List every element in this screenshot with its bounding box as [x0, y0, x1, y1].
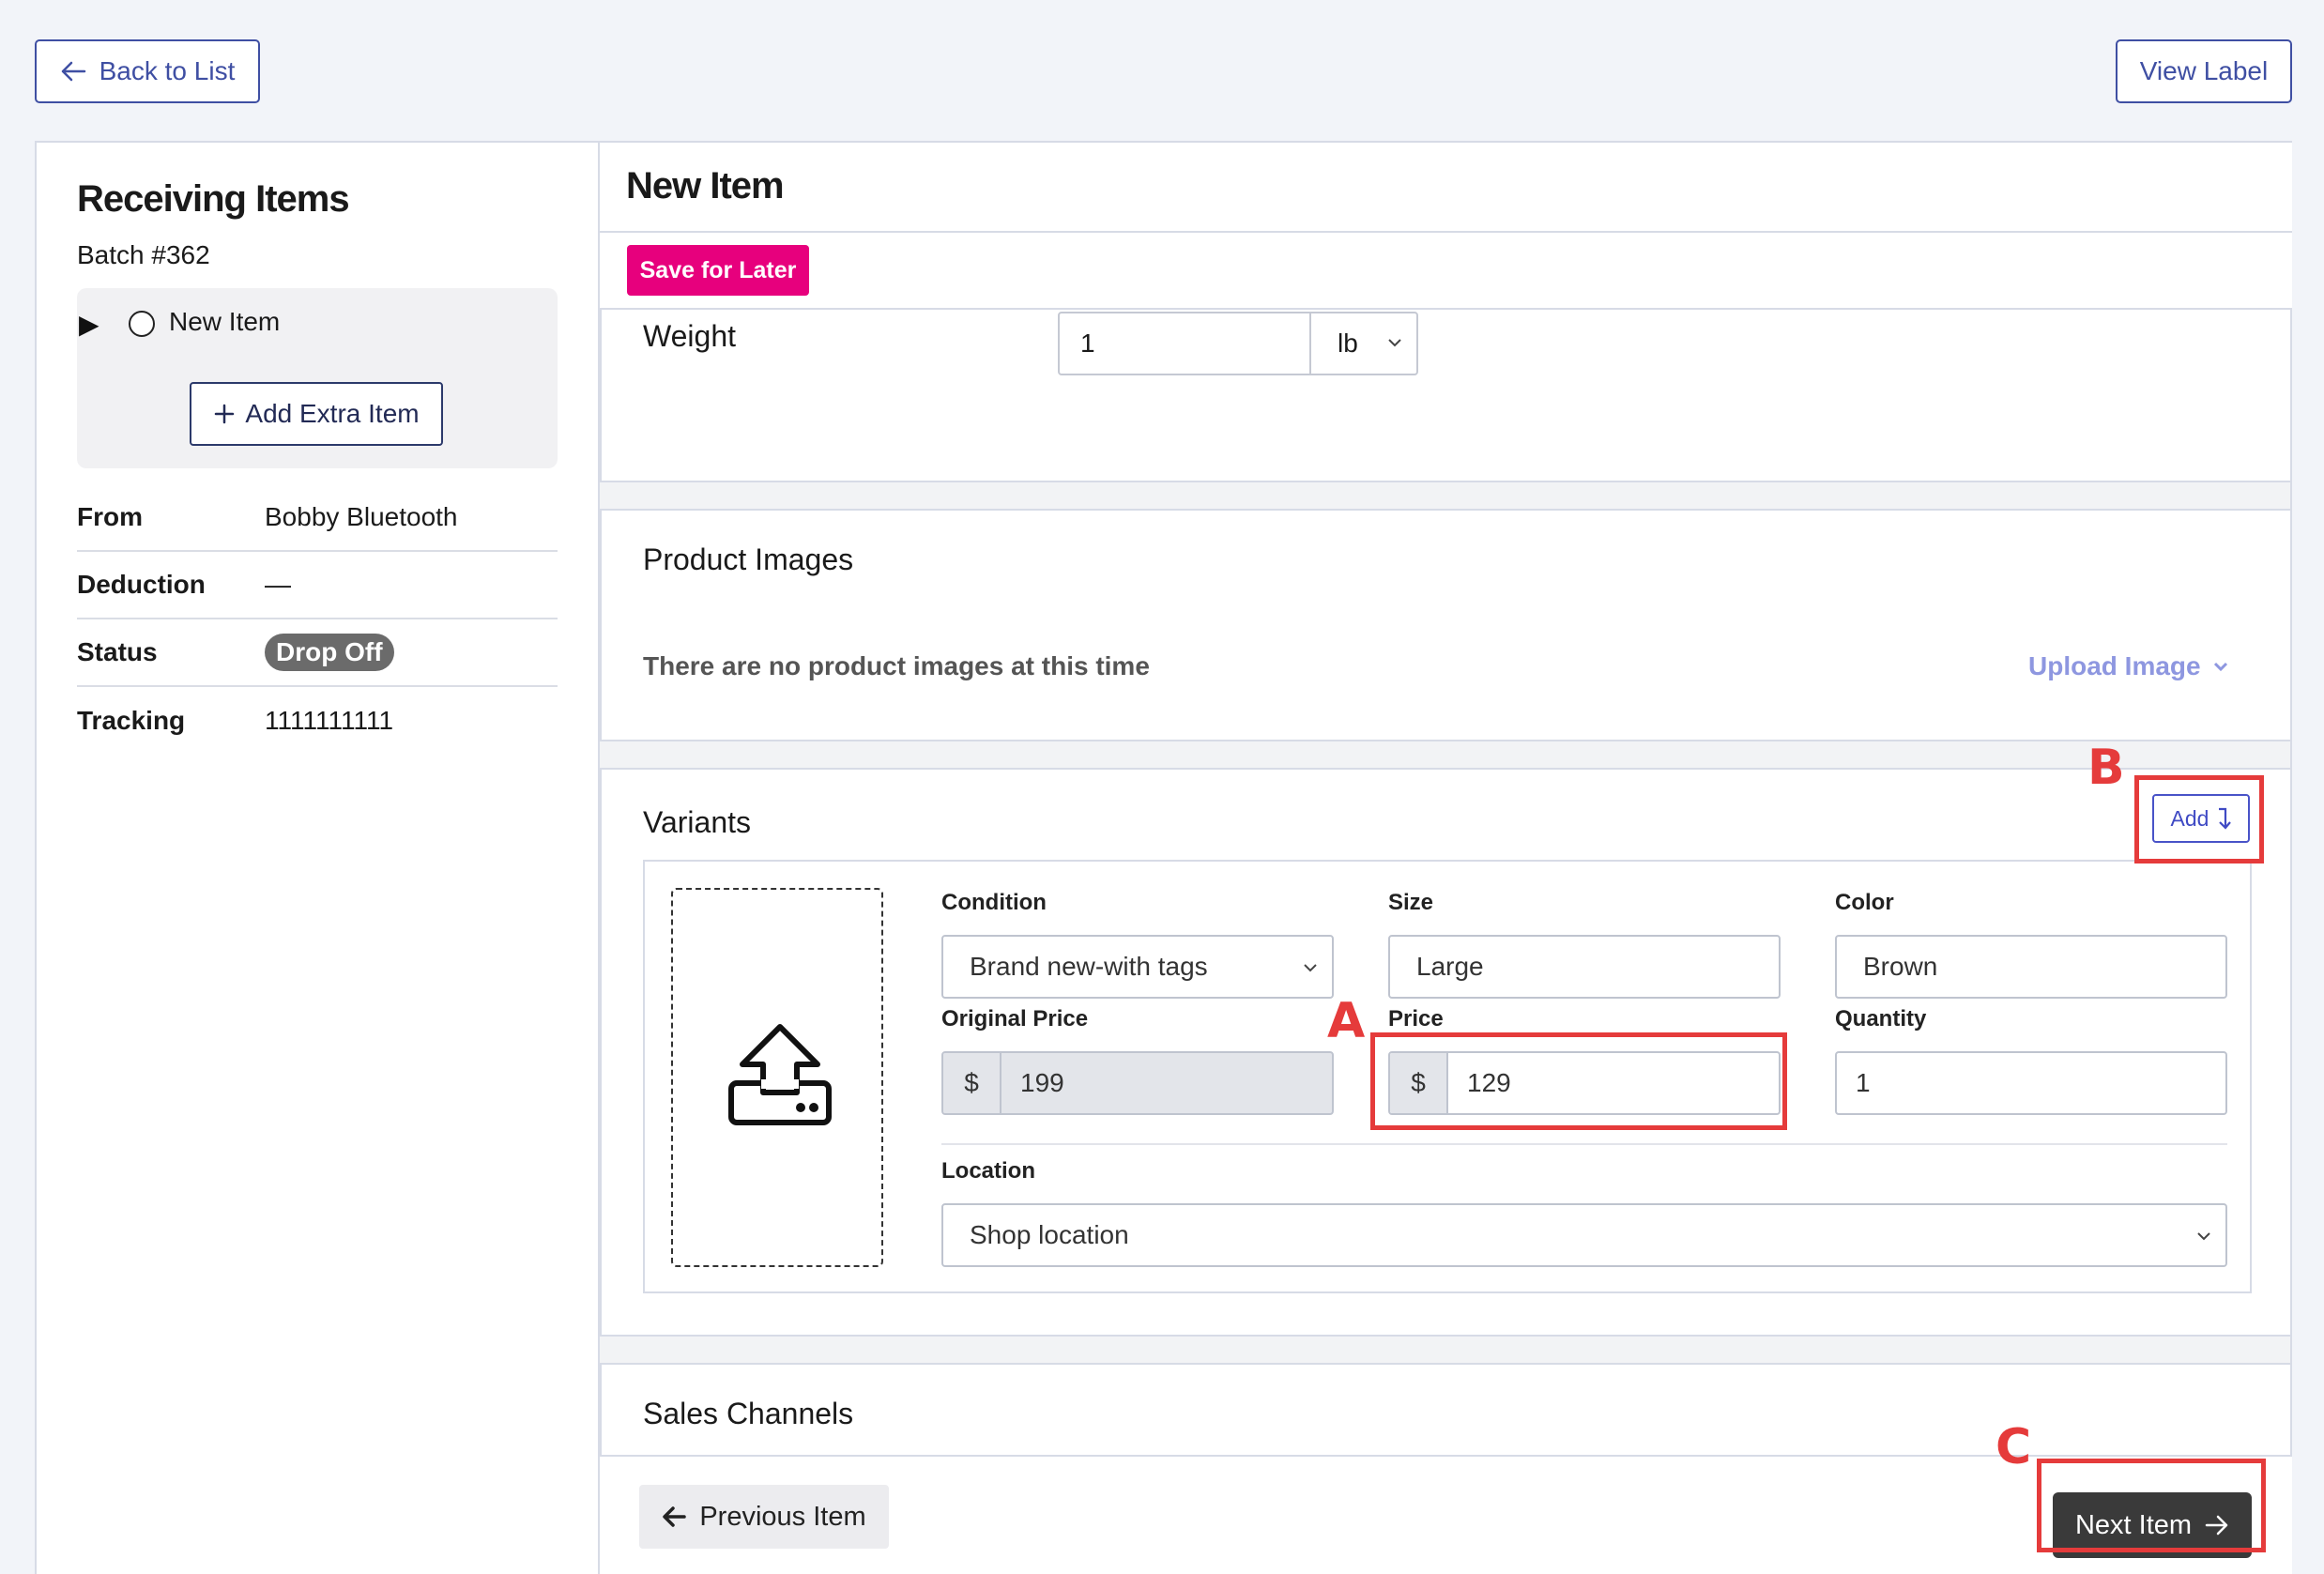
item-name[interactable]: New Item — [169, 307, 280, 337]
variant-image-dropzone[interactable] — [671, 888, 883, 1267]
weight-unit-select[interactable]: lb — [1309, 312, 1418, 375]
location-select[interactable]: Shop location — [941, 1203, 2227, 1267]
currency-prefix: $ — [943, 1053, 1001, 1113]
original-price-value: 199 — [1020, 1068, 1064, 1097]
items-list: ▶ New Item Add Extra Item — [77, 288, 558, 468]
weight-label: Weight — [643, 319, 737, 353]
chevron-down-icon — [1388, 339, 1401, 347]
receiving-sidebar: Receiving Items Batch #362 ▶ New Item Ad… — [35, 141, 598, 1574]
batch-label: Batch #362 — [77, 240, 210, 269]
expand-triangle-icon[interactable]: ▶ — [79, 309, 99, 340]
info-row-tracking: Tracking 1111111111 — [77, 687, 558, 755]
info-value: — — [265, 570, 291, 599]
location-value: Shop location — [970, 1220, 1129, 1249]
product-images-title: Product Images — [643, 542, 854, 576]
original-price-label: Original Price — [941, 1006, 1089, 1032]
save-bar: Save for Later — [600, 233, 2292, 310]
item-editor: New Item Save for Later Weight 1 lb Prod… — [598, 141, 2292, 1574]
annotation-box-b — [2134, 775, 2264, 863]
item-radio[interactable] — [129, 311, 155, 337]
info-row-deduction: Deduction — — [77, 552, 558, 619]
chevron-down-icon — [1304, 964, 1317, 972]
plus-icon — [215, 404, 235, 424]
product-images-section: Product Images There are no product imag… — [600, 509, 2292, 741]
annotation-label-b: B — [2087, 740, 2125, 796]
page-title: Receiving Items — [77, 178, 350, 220]
previous-item-label: Previous Item — [699, 1501, 866, 1532]
no-images-message: There are no product images at this time — [643, 651, 1150, 680]
location-label: Location — [941, 1158, 1035, 1184]
weight-section: Weight 1 lb — [600, 310, 2292, 482]
sales-channels-section: Sales Channels — [600, 1363, 2292, 1457]
editor-header: New Item — [600, 143, 2292, 233]
quantity-label: Quantity — [1835, 1006, 1927, 1032]
view-label-label: View Label — [2139, 56, 2269, 85]
back-to-list-label: Back to List — [99, 56, 236, 85]
condition-label: Condition — [941, 890, 1047, 915]
color-input[interactable]: Brown — [1835, 935, 2227, 999]
view-label-button[interactable]: View Label — [2116, 39, 2292, 103]
editor-title: New Item — [626, 165, 785, 206]
annotation-label-c: C — [1995, 1419, 2032, 1475]
condition-select[interactable]: Brand new-with tags — [941, 935, 1334, 999]
add-extra-item-label: Add Extra Item — [245, 399, 420, 428]
divider — [941, 1143, 2227, 1145]
info-key: From — [77, 502, 143, 531]
price-label: Price — [1388, 1006, 1444, 1032]
upload-image-button[interactable]: Upload Image — [2028, 651, 2229, 681]
info-key: Status — [77, 637, 158, 666]
variants-title: Variants — [643, 805, 752, 839]
info-value: Bobby Bluetooth — [265, 502, 458, 531]
original-price-input: $ 199 — [941, 1051, 1334, 1115]
status-badge: Drop Off — [265, 634, 394, 671]
add-extra-item-button[interactable]: Add Extra Item — [190, 382, 443, 446]
size-label: Size — [1388, 890, 1434, 915]
arrow-left-icon — [663, 1506, 687, 1527]
condition-value: Brand new-with tags — [970, 952, 1208, 981]
chevron-down-icon — [2197, 1232, 2210, 1241]
info-row-status: Status Drop Off — [77, 619, 558, 687]
info-row-from: From Bobby Bluetooth — [77, 484, 558, 552]
sales-channels-title: Sales Channels — [643, 1397, 854, 1430]
size-input[interactable]: Large — [1388, 935, 1781, 999]
save-for-later-button[interactable]: Save for Later — [627, 245, 809, 296]
color-label: Color — [1835, 890, 1894, 915]
annotation-box-a — [1370, 1032, 1787, 1130]
back-to-list-button[interactable]: Back to List — [35, 39, 260, 103]
info-key: Tracking — [77, 706, 186, 735]
previous-item-button[interactable]: Previous Item — [639, 1485, 889, 1549]
arrow-left-icon — [61, 61, 85, 82]
weight-unit-value: lb — [1338, 329, 1358, 358]
annotation-box-c — [2037, 1459, 2266, 1552]
upload-icon — [728, 1024, 832, 1125]
annotation-label-a: A — [1327, 993, 1366, 1049]
weight-input[interactable]: 1 — [1058, 312, 1311, 375]
quantity-input[interactable]: 1 — [1835, 1051, 2227, 1115]
upload-image-label: Upload Image — [2028, 651, 2201, 680]
chevron-down-icon — [2213, 662, 2227, 672]
info-value: 1111111111 — [265, 706, 394, 735]
info-key: Deduction — [77, 570, 206, 599]
